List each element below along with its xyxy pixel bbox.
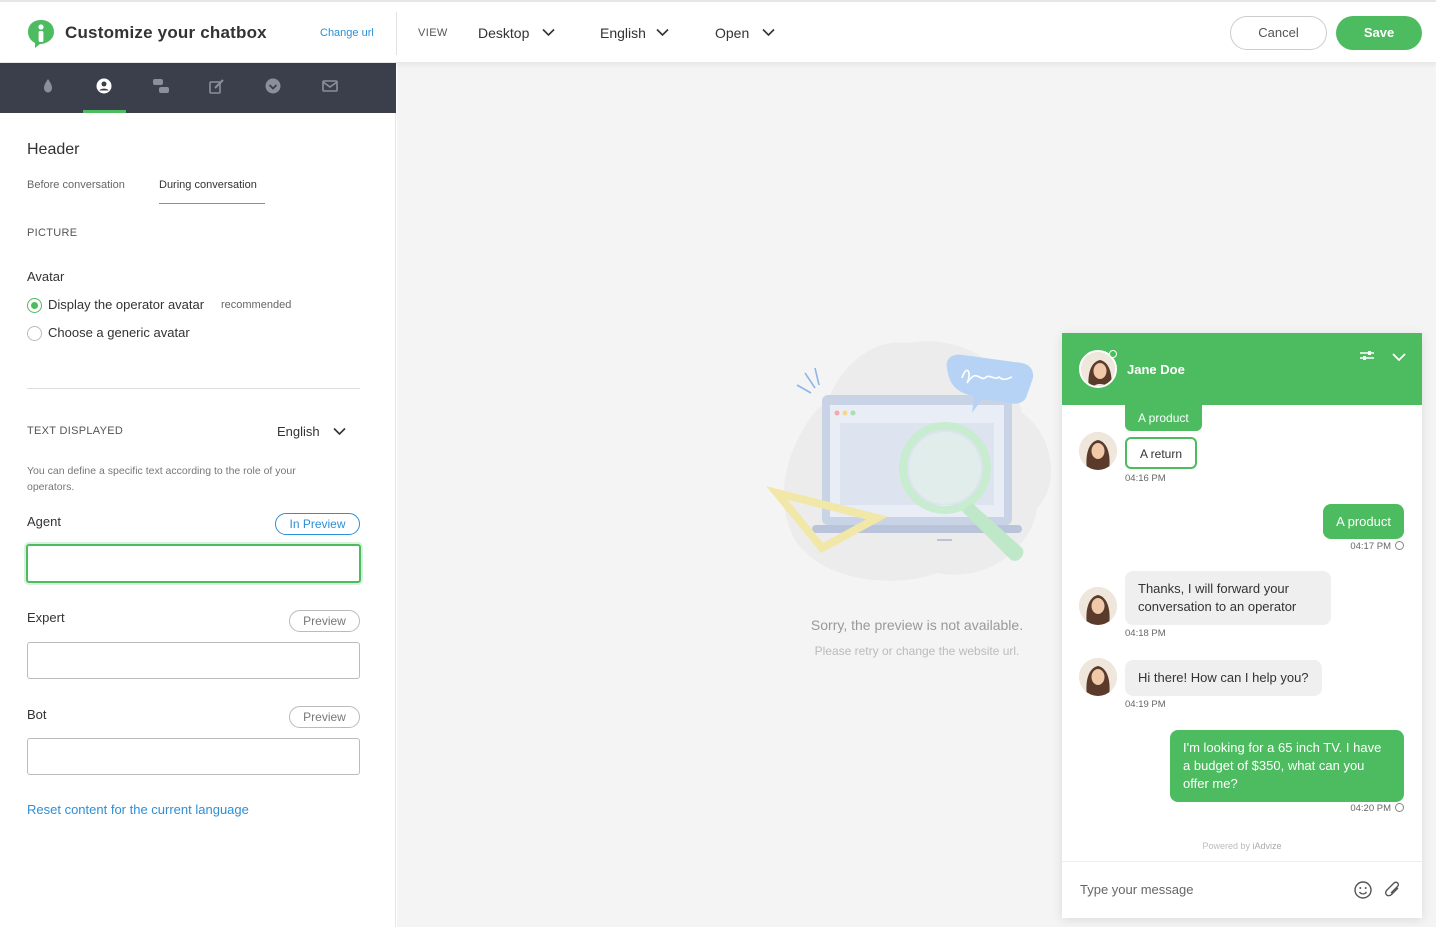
state-dropdown[interactable]: Open xyxy=(715,25,777,41)
picture-section-label: PICTURE xyxy=(27,227,78,239)
operator-name: Jane Doe xyxy=(1127,362,1185,377)
device-value: Desktop xyxy=(478,25,530,41)
reset-content-link[interactable]: Reset content for the current language xyxy=(27,802,249,817)
preview-unavailable-illustration xyxy=(767,341,1052,581)
chevron-down-icon xyxy=(656,28,669,37)
selected-quick-reply: A product xyxy=(1125,405,1202,431)
operator-message: Thanks, I will forward your conversation… xyxy=(1125,571,1331,625)
language-value: English xyxy=(600,25,646,41)
drop-icon[interactable] xyxy=(39,77,57,95)
agent-label: Agent xyxy=(27,514,61,529)
visitor-message: A product xyxy=(1323,504,1404,539)
message-timestamp: 04:20 PM xyxy=(1350,803,1404,814)
chevron-down-icon xyxy=(542,28,555,37)
settings-sliders-icon[interactable] xyxy=(1358,349,1376,365)
bot-preview-button[interactable]: Preview xyxy=(289,706,360,728)
avatar-label: Avatar xyxy=(27,269,65,284)
message-input[interactable]: Type your message xyxy=(1080,882,1193,897)
tab-before-conversation[interactable]: Before conversation xyxy=(27,179,125,191)
visitor-message: I'm looking for a 65 inch TV. I have a b… xyxy=(1170,730,1404,802)
powered-by: Powered by iAdvize xyxy=(1202,841,1282,851)
save-button[interactable]: Save xyxy=(1336,16,1422,50)
generic-avatar-radio[interactable] xyxy=(27,326,42,341)
recommended-tag: recommended xyxy=(221,299,292,311)
edit-icon[interactable] xyxy=(208,77,226,95)
bot-label: Bot xyxy=(27,707,47,722)
mail-icon[interactable] xyxy=(321,77,339,95)
operator-avatar-small xyxy=(1079,658,1117,696)
read-check-icon xyxy=(1395,541,1404,550)
settings-sidebar: Header Before conversation During conver… xyxy=(0,63,396,927)
user-icon[interactable] xyxy=(95,77,113,95)
view-label: VIEW xyxy=(418,27,448,39)
minimize-chevron-icon[interactable] xyxy=(1390,349,1408,365)
change-url-link[interactable]: Change url xyxy=(320,27,374,39)
operator-avatar-small xyxy=(1079,587,1117,625)
settings-tabs xyxy=(0,63,396,113)
operator-message: Hi there! How can I help you? xyxy=(1125,660,1322,696)
chevron-down-icon xyxy=(333,427,346,436)
message-timestamp: 04:19 PM xyxy=(1125,699,1166,710)
active-tab-indicator xyxy=(83,110,126,113)
subtab-indicator xyxy=(159,203,265,204)
bot-text-input[interactable] xyxy=(27,738,360,775)
message-input-bar[interactable]: Type your message xyxy=(1062,861,1422,918)
chat-header: Jane Doe xyxy=(1062,333,1422,405)
text-language-dropdown[interactable]: English xyxy=(277,424,349,439)
message-timestamp: 04:18 PM xyxy=(1125,628,1166,639)
agent-in-preview-badge[interactable]: In Preview xyxy=(275,513,360,535)
emoji-icon[interactable] xyxy=(1353,880,1373,900)
state-value: Open xyxy=(715,25,750,41)
operator-avatar-radio[interactable] xyxy=(27,298,42,313)
page-title: Customize your chatbox xyxy=(65,23,267,42)
text-language-value: English xyxy=(277,424,320,439)
generic-avatar-option-label[interactable]: Choose a generic avatar xyxy=(48,325,190,340)
iadvize-brand: iAdvize xyxy=(1252,841,1282,851)
device-dropdown[interactable]: Desktop xyxy=(478,25,558,41)
section-divider xyxy=(27,388,360,389)
iadvize-logo-icon xyxy=(28,20,54,48)
cancel-button[interactable]: Cancel xyxy=(1230,16,1327,50)
operator-avatar-small xyxy=(1079,432,1117,470)
expert-preview-button[interactable]: Preview xyxy=(289,610,360,632)
check-circle-icon[interactable] xyxy=(264,77,282,95)
online-status-dot xyxy=(1109,350,1117,358)
operator-avatar-option-label[interactable]: Display the operator avatar xyxy=(48,297,204,312)
agent-text-input[interactable] xyxy=(26,544,361,583)
preview-unavailable-title: Sorry, the preview is not available. xyxy=(810,617,1024,633)
read-check-icon xyxy=(1395,803,1404,812)
preview-area: Sorry, the preview is not available. Ple… xyxy=(397,63,1436,927)
preview-unavailable-subtitle: Please retry or change the website url. xyxy=(814,644,1020,658)
expert-text-input[interactable] xyxy=(27,642,360,679)
tab-during-conversation[interactable]: During conversation xyxy=(159,179,257,191)
section-title: Header xyxy=(27,141,80,158)
conversation-icon[interactable] xyxy=(152,77,170,95)
text-displayed-label: TEXT DISPLAYED xyxy=(27,425,124,437)
role-text-note: You can define a specific text according… xyxy=(27,465,296,493)
chevron-down-icon xyxy=(762,28,775,37)
quick-reply-option[interactable]: A return xyxy=(1125,437,1198,469)
message-timestamp: 04:17 PM xyxy=(1350,541,1404,552)
language-dropdown[interactable]: English xyxy=(600,25,672,41)
attachment-icon[interactable] xyxy=(1383,880,1403,900)
message-timestamp: 04:16 PM xyxy=(1125,473,1166,484)
chatbox-preview: Jane Doe A product A return 04:16 PM A p… xyxy=(1062,333,1422,918)
divider xyxy=(396,12,397,55)
top-bar: Customize your chatbox Change url VIEW D… xyxy=(0,0,1436,63)
expert-label: Expert xyxy=(27,610,65,625)
